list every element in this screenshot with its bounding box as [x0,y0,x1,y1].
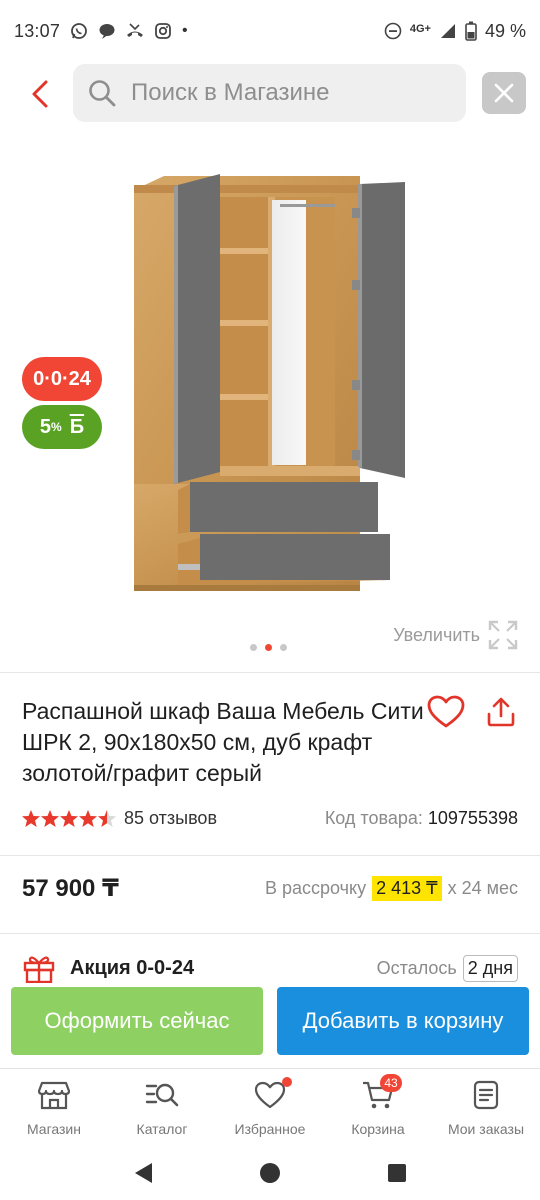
triangle-back-icon [135,1163,153,1183]
share-button[interactable] [481,692,521,732]
divider [0,933,540,934]
dnd-icon [384,22,402,40]
nav-label: Каталог [136,1121,188,1137]
gift-icon [23,956,55,983]
square-recents-icon [387,1164,406,1182]
gallery-dot-active[interactable] [265,644,272,651]
status-bar: 13:07 • 4G+ 49 % [0,0,540,62]
divider [0,672,540,673]
divider [0,855,540,856]
search-box[interactable] [73,64,466,122]
expand-icon [488,620,518,650]
status-right: 4G+ 49 % [384,21,526,42]
missed-call-icon [126,22,144,40]
installment-term: х 24 мес [447,878,518,898]
enlarge-label: Увеличить [393,624,480,645]
system-recents-button[interactable] [383,1159,411,1187]
time-left-label: Осталось [376,957,457,978]
product-code-value: 109755398 [427,808,518,828]
network-type: 4G+ [409,22,431,35]
system-back-button[interactable] [129,1159,157,1187]
bottom-nav: Магазин Каталог Избранное 43 Корзина Мои… [0,1068,540,1146]
battery-icon [465,21,477,41]
system-nav-bar [0,1146,540,1200]
gallery-dot[interactable] [280,644,287,651]
star-rating-icon [22,809,116,827]
bonus-percent-sign: % [51,420,62,434]
wardrobe-illustration [134,174,405,591]
installment-amount: 2 413 ₸ [372,876,442,901]
checkout-now-button[interactable]: Оформить сейчас [11,987,263,1055]
store-icon [37,1079,71,1111]
gallery-dots [250,644,287,651]
cart-count-badge: 43 [380,1074,402,1092]
installment-label: В рассрочку [264,878,367,898]
promo-badge: 0·0·24 [22,357,102,401]
clear-search-button[interactable] [482,72,526,114]
price: 57 900 ₸ [22,875,119,902]
price-row: 57 900 ₸ В рассрочку 2 413 ₸ х 24 мес [22,874,518,903]
promo-label: Акция 0-0-24 [70,956,195,979]
installment-info[interactable]: В рассрочку 2 413 ₸ х 24 мес [265,876,518,901]
status-dot: • [182,22,188,39]
favorites-notification-dot [282,1077,292,1087]
days-left-chip: 2 дня [462,954,518,982]
bonus-currency: Б [69,415,85,438]
back-button[interactable] [18,72,62,116]
enlarge-button[interactable]: Увеличить [393,620,518,650]
product-code: Код товара: 109755398 [325,808,518,829]
product-image[interactable] [120,160,420,600]
heart-icon [427,695,465,728]
bonus-badge: 5% Б [22,405,102,449]
whatsapp-icon [70,22,88,40]
product-title: Распашной шкаф Ваша Мебель Сити ШРК 2, 9… [22,698,424,786]
rating-row: 85 отзывов Код товара: 109755398 [22,808,518,829]
nav-label: Мои заказы [447,1121,525,1137]
gallery-dot[interactable] [250,644,257,651]
chevron-left-icon [32,80,48,108]
status-left: 13:07 • [14,21,188,42]
nav-label: Магазин [26,1121,81,1137]
nav-item-catalog[interactable]: Каталог [108,1069,216,1146]
nav-item-favorites[interactable]: Избранное [216,1069,324,1146]
catalog-search-icon [145,1079,179,1111]
nav-item-orders[interactable]: Мои заказы [432,1069,540,1146]
status-time: 13:07 [14,20,61,41]
add-to-cart-button[interactable]: Добавить в корзину [277,987,529,1055]
search-header [0,62,540,128]
circle-home-icon [259,1163,280,1183]
promo-badge-text: 0·0·24 [33,367,91,390]
reviews-link[interactable]: 85 отзывов [124,808,217,829]
bonus-percent: 5 [39,415,52,438]
signal-icon [439,22,457,40]
orders-icon [469,1079,503,1111]
favorite-button[interactable] [425,692,467,732]
rating-stars [22,809,118,829]
share-icon [487,697,515,727]
nav-label: Корзина [351,1121,405,1137]
chat-icon [98,22,116,40]
instagram-icon [154,22,172,40]
battery-level: 49 % [484,20,526,41]
close-icon [494,83,514,103]
product-code-label: Код товара: [324,808,423,828]
nav-item-cart[interactable]: 43 Корзина [324,1069,432,1146]
nav-item-store[interactable]: Магазин [0,1069,108,1146]
promo-row[interactable]: Акция 0-0-24 Осталось 2 дня [22,952,518,984]
nav-label: Избранное [234,1121,306,1137]
search-input[interactable] [131,79,451,107]
system-home-button[interactable] [256,1159,284,1187]
search-icon [89,80,116,107]
